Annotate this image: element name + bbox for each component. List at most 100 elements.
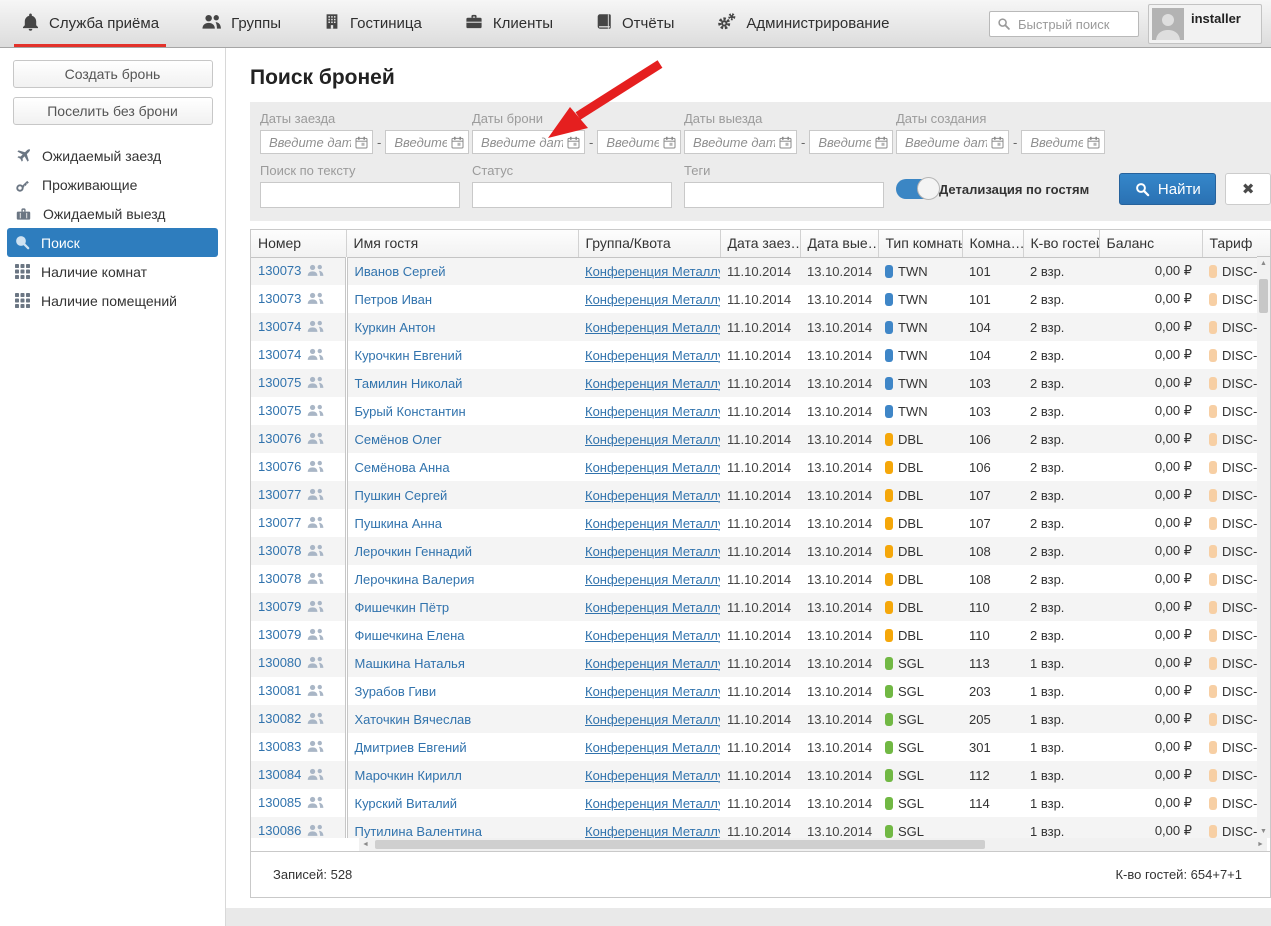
guest-name-link[interactable]: Фишечкина Елена <box>355 628 465 643</box>
group-quota-link[interactable]: Конференция Металлу <box>585 684 720 699</box>
calendar-icon[interactable] <box>779 136 792 149</box>
group-quota-link[interactable]: Конференция Металлу <box>585 404 720 419</box>
guest-name-link[interactable]: Хаточкин Вячеслав <box>355 712 472 727</box>
scroll-left-arrow[interactable]: ◄ <box>359 838 372 851</box>
group-quota-link[interactable]: Конференция Металлу <box>585 292 720 307</box>
guest-name-link[interactable]: Петров Иван <box>355 292 433 307</box>
date-to-input[interactable] <box>604 134 661 151</box>
calendar-icon[interactable] <box>567 136 580 149</box>
filter-input-2[interactable] <box>684 182 884 208</box>
scroll-down-arrow[interactable]: ▼ <box>1257 825 1270 838</box>
group-quota-link[interactable]: Конференция Металлу <box>585 824 720 839</box>
booking-number-link[interactable]: 130080 <box>258 655 301 670</box>
guest-name-link[interactable]: Фишечкин Пётр <box>355 600 450 615</box>
guest-name-link[interactable]: Курочкин Евгений <box>355 348 463 363</box>
column-header-1[interactable]: Имя гостя <box>346 230 578 257</box>
booking-number-link[interactable]: 130075 <box>258 375 301 390</box>
booking-number-link[interactable]: 130073 <box>258 263 301 278</box>
guest-name-link[interactable]: Тамилин Николай <box>355 376 463 391</box>
sidebar-item-2[interactable]: Ожидаемый выезд <box>7 199 218 228</box>
date-from-input[interactable] <box>691 134 777 151</box>
group-quota-link[interactable]: Конференция Металлу <box>585 628 720 643</box>
nav-item-0[interactable]: Служба приёма <box>0 0 180 47</box>
group-quota-link[interactable]: Конференция Металлу <box>585 488 720 503</box>
booking-number-link[interactable]: 130076 <box>258 459 301 474</box>
calendar-icon[interactable] <box>451 136 464 149</box>
guest-name-link[interactable]: Куркин Антон <box>355 320 436 335</box>
booking-number-link[interactable]: 130078 <box>258 571 301 586</box>
scroll-right-arrow[interactable]: ► <box>1254 838 1267 851</box>
scroll-up-arrow[interactable]: ▲ <box>1257 257 1270 270</box>
sidebar-item-0[interactable]: Ожидаемый заезд <box>7 141 218 170</box>
column-header-4[interactable]: Дата вые… <box>800 230 878 257</box>
booking-number-link[interactable]: 130084 <box>258 767 301 782</box>
filter-input-1[interactable] <box>472 182 672 208</box>
guest-name-link[interactable]: Семёнова Анна <box>355 460 450 475</box>
calendar-icon[interactable] <box>1087 136 1100 149</box>
vertical-scroll-thumb[interactable] <box>1259 279 1268 313</box>
vertical-scrollbar[interactable]: ▲ ▼ <box>1257 257 1270 838</box>
create-booking-button[interactable]: Создать бронь <box>13 60 213 88</box>
guest-details-toggle[interactable] <box>896 179 936 199</box>
checkin-without-booking-button[interactable]: Поселить без брони <box>13 97 213 125</box>
quick-search-input[interactable] <box>1016 16 1131 33</box>
nav-item-5[interactable]: Администрирование <box>695 0 910 47</box>
nav-item-1[interactable]: Группы <box>180 0 302 47</box>
guest-name-link[interactable]: Путилина Валентина <box>355 824 482 839</box>
nav-item-2[interactable]: Гостиница <box>302 0 443 47</box>
column-header-5[interactable]: Тип комнаты <box>878 230 962 257</box>
booking-number-link[interactable]: 130074 <box>258 319 301 334</box>
date-to-input[interactable] <box>1028 134 1085 151</box>
guest-name-link[interactable]: Пушкина Анна <box>355 516 443 531</box>
filter-input-0[interactable] <box>260 182 460 208</box>
group-quota-link[interactable]: Конференция Металлу <box>585 796 720 811</box>
date-from-input[interactable] <box>903 134 989 151</box>
group-quota-link[interactable]: Конференция Металлу <box>585 264 720 279</box>
group-quota-link[interactable]: Конференция Металлу <box>585 572 720 587</box>
horizontal-scroll-thumb[interactable] <box>375 840 985 849</box>
guest-name-link[interactable]: Дмитриев Евгений <box>355 740 467 755</box>
group-quota-link[interactable]: Конференция Металлу <box>585 768 720 783</box>
sidebar-item-1[interactable]: Проживающие <box>7 170 218 199</box>
booking-number-link[interactable]: 130083 <box>258 739 301 754</box>
calendar-icon[interactable] <box>875 136 888 149</box>
booking-number-link[interactable]: 130077 <box>258 515 301 530</box>
group-quota-link[interactable]: Конференция Металлу <box>585 656 720 671</box>
group-quota-link[interactable]: Конференция Металлу <box>585 516 720 531</box>
group-quota-link[interactable]: Конференция Металлу <box>585 376 720 391</box>
booking-number-link[interactable]: 130079 <box>258 627 301 642</box>
nav-item-3[interactable]: Клиенты <box>443 0 574 47</box>
clear-button[interactable]: ✖ <box>1225 173 1271 205</box>
column-header-3[interactable]: Дата заез… <box>720 230 800 257</box>
guest-name-link[interactable]: Семёнов Олег <box>355 432 442 447</box>
guest-name-link[interactable]: Лерочкина Валерия <box>355 572 475 587</box>
column-header-9[interactable]: Тариф <box>1202 230 1259 257</box>
guest-name-link[interactable]: Иванов Сергей <box>355 264 446 279</box>
booking-number-link[interactable]: 130074 <box>258 347 301 362</box>
booking-number-link[interactable]: 130073 <box>258 291 301 306</box>
booking-number-link[interactable]: 130086 <box>258 823 301 838</box>
group-quota-link[interactable]: Конференция Металлу <box>585 712 720 727</box>
booking-number-link[interactable]: 130078 <box>258 543 301 558</box>
date-from-input[interactable] <box>267 134 353 151</box>
booking-number-link[interactable]: 130079 <box>258 599 301 614</box>
find-button[interactable]: Найти <box>1119 173 1216 205</box>
date-to-input[interactable] <box>816 134 873 151</box>
guest-name-link[interactable]: Бурый Константин <box>355 404 466 419</box>
horizontal-scrollbar[interactable]: ◄ ► <box>359 838 1267 851</box>
group-quota-link[interactable]: Конференция Металлу <box>585 740 720 755</box>
group-quota-link[interactable]: Конференция Металлу <box>585 460 720 475</box>
guest-name-link[interactable]: Курский Виталий <box>355 796 458 811</box>
booking-number-link[interactable]: 130082 <box>258 711 301 726</box>
calendar-icon[interactable] <box>991 136 1004 149</box>
column-header-8[interactable]: Баланс <box>1099 230 1202 257</box>
booking-number-link[interactable]: 130075 <box>258 403 301 418</box>
calendar-icon[interactable] <box>355 136 368 149</box>
group-quota-link[interactable]: Конференция Металлу <box>585 348 720 363</box>
sidebar-item-5[interactable]: Наличие помещений <box>7 286 218 315</box>
column-header-0[interactable]: Номер <box>251 230 346 257</box>
group-quota-link[interactable]: Конференция Металлу <box>585 544 720 559</box>
column-header-6[interactable]: Комна… <box>962 230 1023 257</box>
guest-name-link[interactable]: Зурабов Гиви <box>355 684 437 699</box>
column-header-7[interactable]: К-во гостей <box>1023 230 1099 257</box>
